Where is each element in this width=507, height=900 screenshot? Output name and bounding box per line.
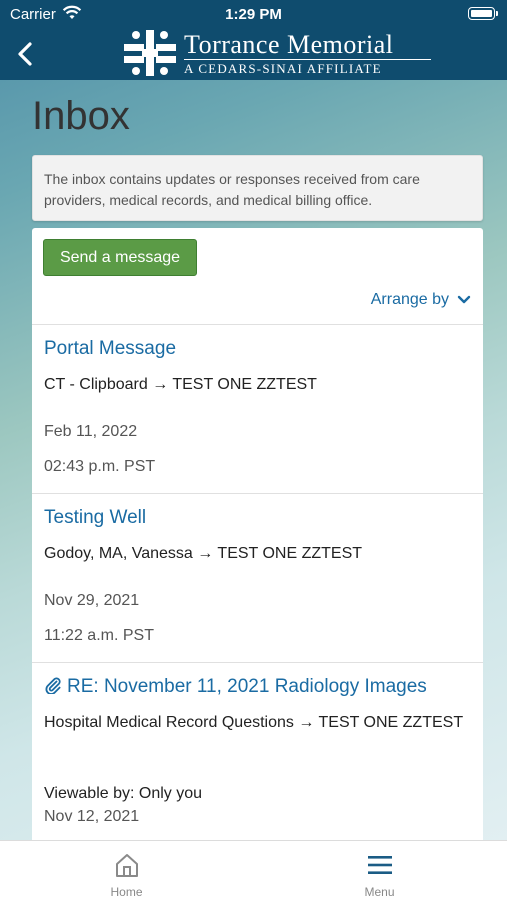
brand-subtitle: A CEDARS-SINAI AFFILIATE [184,61,382,76]
clock: 1:29 PM [225,6,282,23]
message-subject[interactable]: Portal Message [44,338,176,360]
home-icon [115,854,138,877]
message-route: Godoy, MA, Vanessa → TEST ONE ZZTEST [44,545,363,562]
brand-title: Torrance Memorial [184,30,394,59]
message-subject: RE: November 11, 2021 Radiology Images [67,676,427,697]
paperclip-icon [45,677,61,694]
tab-bar: Home Menu [0,840,507,900]
arrange-by-dropdown[interactable]: Arrange by [371,291,471,309]
message-date: Feb 11, 2022 [44,423,138,440]
chevron-down-icon [457,295,471,304]
send-message-button[interactable]: Send a message [43,239,197,276]
info-box: The inbox contains updates or responses … [32,155,483,221]
page-title: Inbox [32,94,130,138]
message-route: CT - Clipboard → TEST ONE ZZTEST [44,376,317,393]
tab-home-label: Home [110,885,143,899]
app-header: Torrance Memorial A CEDARS-SINAI AFFILIA… [0,28,507,80]
tab-home[interactable]: Home [0,841,253,900]
message-route: Hospital Medical Record Questions → TEST… [44,714,464,731]
message-date: Nov 29, 2021 [44,592,140,609]
message-time: 02:43 p.m. PST [44,458,156,475]
message-time: 11:22 a.m. PST [44,627,154,644]
logo-icon [124,30,176,76]
inbox-card: Send a message Arrange by Portal Message… [32,228,483,848]
tab-menu[interactable]: Menu [253,841,506,900]
message-item[interactable]: Portal Message CT - Clipboard → TEST ONE… [32,325,483,493]
hamburger-icon [367,856,392,874]
message-subject[interactable]: Testing Well [44,507,146,529]
message-item[interactable]: RE: November 11, 2021 Radiology Images H… [32,663,483,848]
message-date: Nov 12, 2021 [44,808,140,825]
brand-divider [184,59,431,60]
message-item[interactable]: Testing Well Godoy, MA, Vanessa → TEST O… [32,494,483,662]
arrange-by-label: Arrange by [370,291,449,308]
status-bar: Carrier 1:29 PM [0,0,507,28]
battery-icon [468,7,498,20]
message-viewable: Viewable by: Only you [44,785,203,802]
message-subject-row[interactable]: RE: November 11, 2021 Radiology Images [44,676,427,698]
back-button[interactable] [12,38,40,70]
tab-menu-label: Menu [364,885,395,899]
